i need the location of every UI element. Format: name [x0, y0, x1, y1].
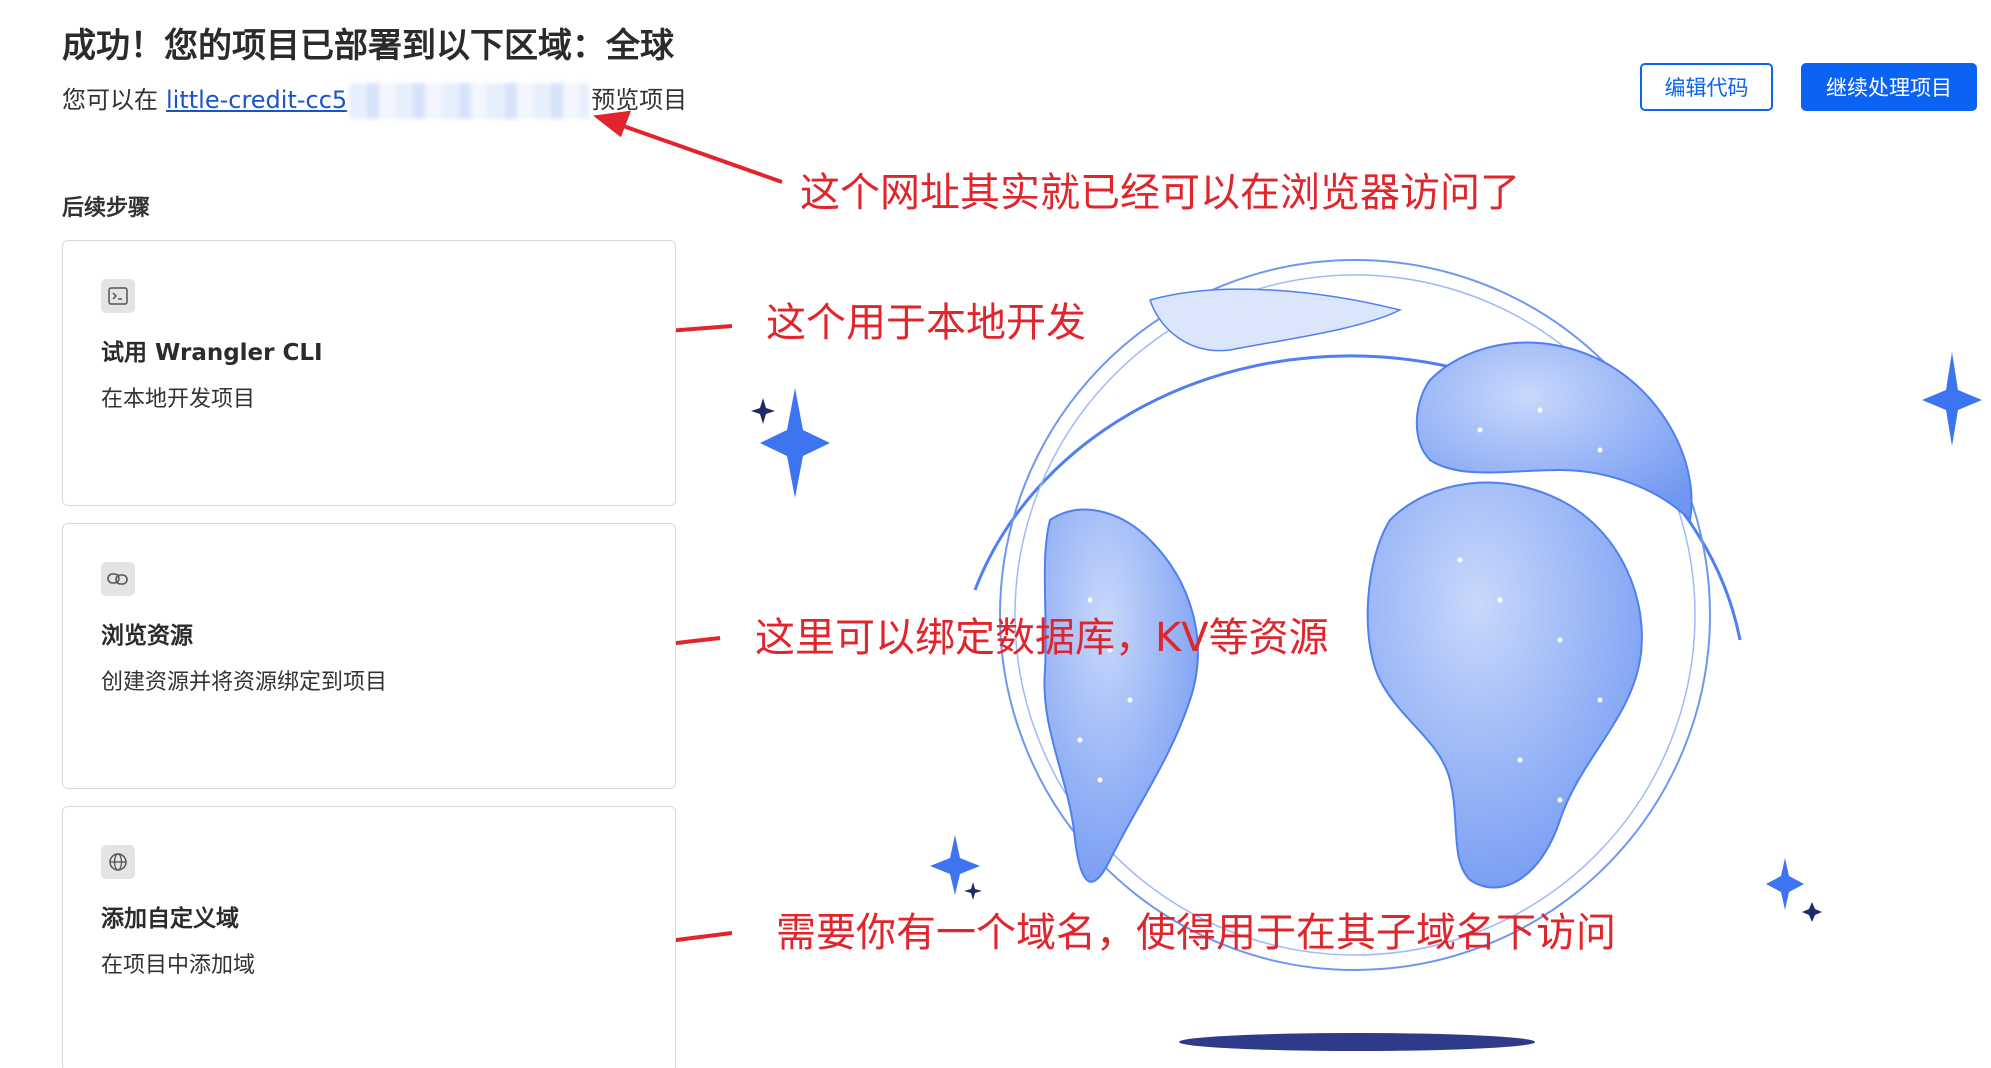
- edit-code-button[interactable]: 编辑代码: [1640, 63, 1773, 111]
- card-desc: 在项目中添加域: [101, 953, 256, 978]
- sparkle-icon: [760, 388, 830, 498]
- south-america-shape: [1043, 508, 1199, 883]
- continue-project-button[interactable]: 继续处理项目: [1801, 63, 1977, 111]
- annotation-resources: 这里可以绑定数据库，KV等资源: [755, 615, 1329, 661]
- terminal-icon: [101, 279, 135, 313]
- card-custom-domain[interactable]: 添加自定义域 在项目中添加域: [62, 806, 676, 1068]
- page-title: 成功！您的项目已部署到以下区域：全球: [62, 26, 674, 66]
- card-browse-resources[interactable]: 浏览资源 创建资源并将资源绑定到项目: [62, 523, 676, 789]
- sparkle-small-icon: [1802, 902, 1822, 922]
- preview-subtitle: 您可以在 little-credit-cc5 预览项目: [62, 80, 687, 119]
- annotation-url: 这个网址其实就已经可以在浏览器访问了: [800, 170, 1520, 216]
- subtitle-prefix: 您可以在: [62, 86, 158, 114]
- subtitle-suffix: 预览项目: [591, 86, 688, 114]
- sparkle-icon: [1766, 858, 1804, 910]
- greenland-shape: [1149, 288, 1403, 352]
- card-desc: 在本地开发项目: [101, 387, 256, 412]
- globe-shadow: [1179, 1033, 1535, 1051]
- card-desc: 创建资源并将资源绑定到项目: [101, 670, 388, 695]
- card-title: 试用 Wrangler CLI: [101, 340, 323, 366]
- globe-icon: [101, 845, 135, 879]
- sparkle-icon: [1922, 352, 1982, 446]
- preview-url-link[interactable]: little-credit-cc5: [166, 86, 347, 114]
- card-title: 添加自定义域: [101, 906, 239, 932]
- card-wrangler-cli[interactable]: 试用 Wrangler CLI 在本地开发项目: [62, 240, 676, 506]
- card-title: 浏览资源: [101, 623, 193, 649]
- link-icon: [101, 562, 135, 596]
- annotation-domain: 需要你有一个域名，使得用于在其子域名下访问: [776, 910, 1616, 956]
- sparkle-small-icon: [751, 398, 775, 424]
- deploy-success-page: 成功！您的项目已部署到以下区域：全球 您可以在 little-credit-cc5…: [0, 0, 1991, 1068]
- next-steps-heading: 后续步骤: [62, 196, 151, 221]
- africa-shape: [1366, 481, 1643, 889]
- redacted-url: [349, 83, 590, 119]
- sparkle-small-icon: [964, 882, 982, 900]
- annotation-cli: 这个用于本地开发: [766, 300, 1086, 346]
